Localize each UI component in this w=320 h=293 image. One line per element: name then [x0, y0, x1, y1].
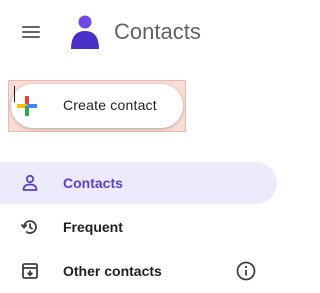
main-menu-button[interactable]: [14, 15, 48, 49]
create-contact-label: Create contact: [63, 97, 157, 113]
multicolor-plus-icon: [17, 96, 37, 116]
nav-label-frequent: Frequent: [63, 219, 123, 235]
info-icon[interactable]: [235, 260, 257, 282]
nav-item-frequent[interactable]: Frequent: [0, 206, 277, 248]
person-outline-icon: [22, 174, 38, 191]
nav-item-contacts[interactable]: Contacts: [0, 162, 277, 204]
nav-label-other-contacts: Other contacts: [63, 263, 162, 279]
archive-download-icon: [22, 263, 38, 279]
history-icon: [20, 220, 37, 234]
nav-label-contacts: Contacts: [63, 175, 123, 191]
contacts-logo-icon: [71, 15, 99, 49]
app-title: Contacts: [114, 19, 201, 44]
create-contact-button[interactable]: Create contact: [11, 84, 183, 128]
